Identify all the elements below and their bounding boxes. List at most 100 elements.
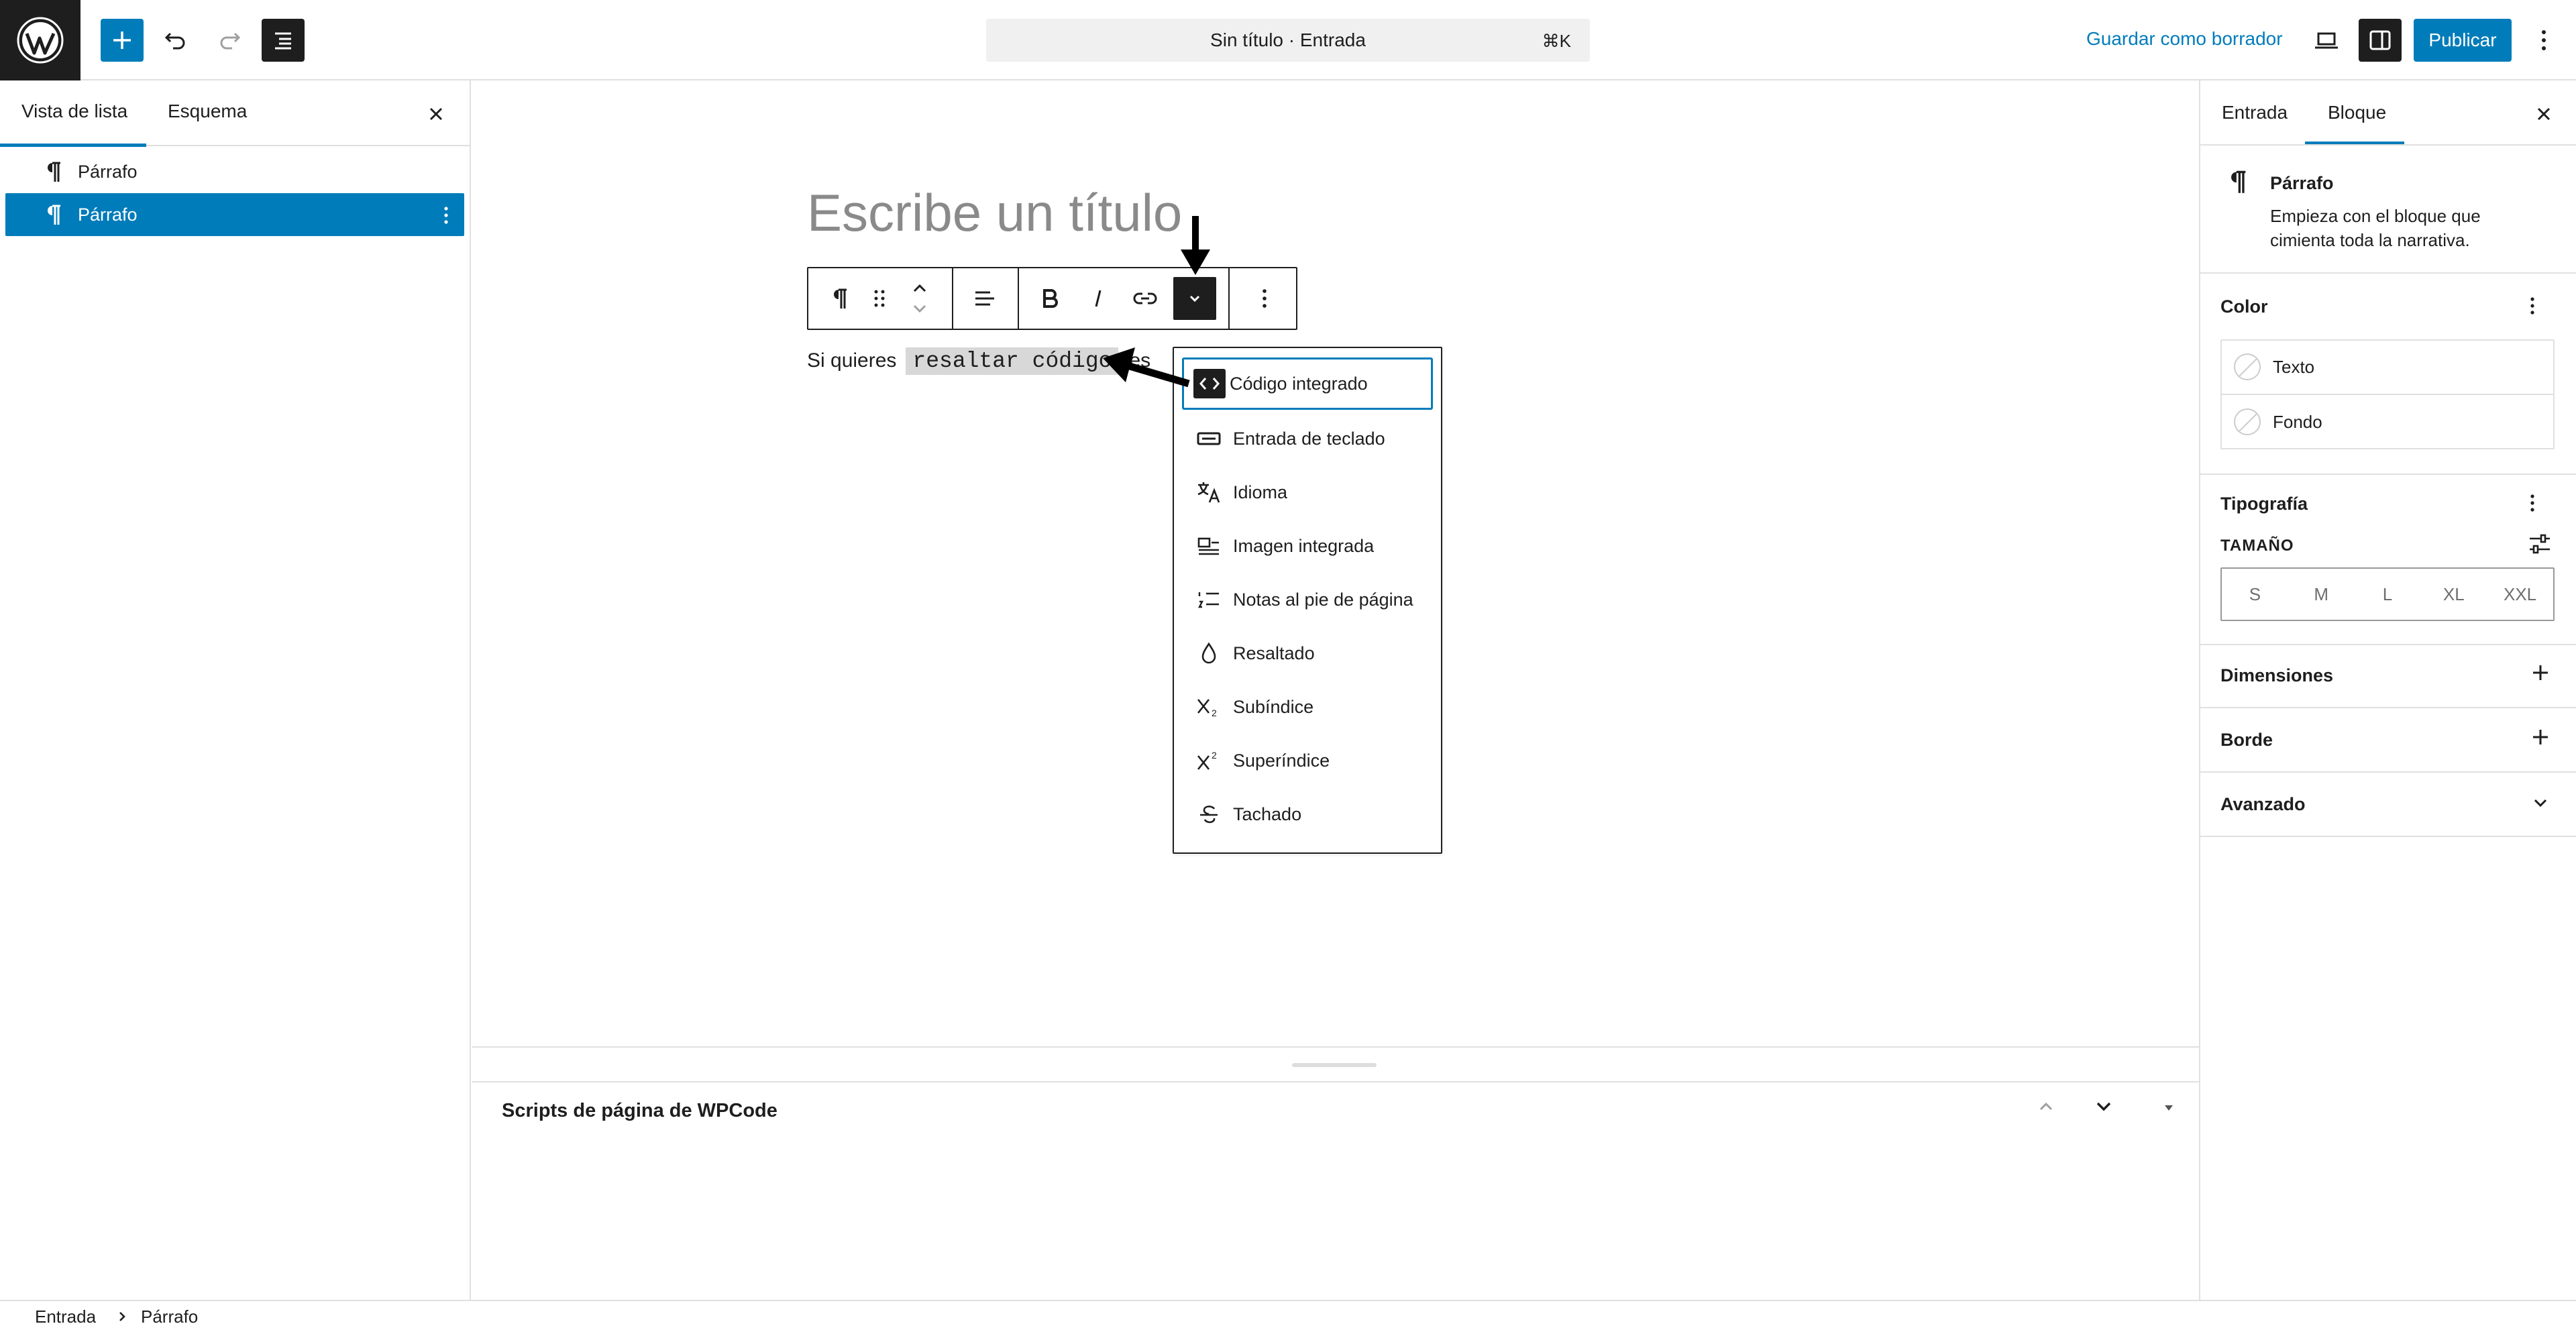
advanced-toggle-button[interactable] <box>2529 791 2552 814</box>
tab-outline[interactable]: Esquema <box>168 101 247 122</box>
active-tab-indicator <box>0 144 146 147</box>
code-icon <box>1193 369 1226 398</box>
block-options-button[interactable] <box>1243 277 1286 320</box>
empty-swatch-icon <box>2234 353 2261 380</box>
menu-item-strikethrough[interactable]: Tachado <box>1182 788 1433 840</box>
border-panel-heading[interactable]: Borde <box>2220 730 2273 751</box>
kebab-menu-icon <box>1263 289 1267 308</box>
chevron-down-icon <box>2534 799 2547 808</box>
size-option-l[interactable]: L <box>2355 584 2421 605</box>
tab-list-view[interactable]: Vista de lista <box>21 101 127 122</box>
divider <box>2222 394 2553 395</box>
size-option-xxl[interactable]: XXL <box>2487 584 2553 605</box>
typography-options-button[interactable] <box>2529 492 2536 514</box>
add-block-button[interactable] <box>101 19 144 62</box>
color-option-label: Fondo <box>2273 411 2322 432</box>
color-background-option[interactable]: Fondo <box>2234 408 2322 435</box>
menu-item-inline-image[interactable]: Imagen integrada <box>1182 520 1433 572</box>
chevron-right-icon <box>119 1312 125 1321</box>
keyboard-icon <box>1194 424 1224 453</box>
close-list-view-button[interactable] <box>423 101 449 127</box>
tab-post[interactable]: Entrada <box>2222 102 2288 123</box>
dimensions-panel-heading[interactable]: Dimensiones <box>2220 665 2333 686</box>
menu-item-label: Imagen integrada <box>1233 535 1375 556</box>
redo-button[interactable] <box>208 19 251 62</box>
tab-block[interactable]: Bloque <box>2328 102 2386 123</box>
list-view-icon <box>275 32 291 50</box>
plus-icon <box>113 32 131 49</box>
preview-button[interactable] <box>2305 19 2348 62</box>
svg-text:2: 2 <box>1212 750 1217 761</box>
menu-item-highlight[interactable]: Resaltado <box>1182 627 1433 679</box>
advanced-panel-heading[interactable]: Avanzado <box>2220 794 2306 815</box>
divider <box>2199 707 2576 708</box>
move-meta-box-down-button[interactable] <box>2090 1093 2117 1120</box>
wordpress-logo-icon[interactable] <box>0 0 80 80</box>
subscript-icon: 2 <box>1194 692 1224 722</box>
list-item-selected[interactable]: Párrafo <box>5 193 464 236</box>
move-up-down-buttons[interactable] <box>898 277 941 320</box>
chevron-down-icon <box>1189 295 1200 302</box>
move-meta-box-up-button[interactable] <box>2033 1093 2059 1120</box>
size-option-m[interactable]: M <box>2288 584 2355 605</box>
menu-item-language[interactable]: Idioma <box>1182 466 1433 518</box>
link-button[interactable] <box>1124 277 1167 320</box>
meta-box-title[interactable]: Scripts de página de WPCode <box>502 1100 777 1122</box>
breadcrumb-item[interactable]: Párrafo <box>141 1307 198 1327</box>
footer-breadcrumb-bar <box>0 1300 2576 1332</box>
italic-icon <box>1095 290 1102 307</box>
save-draft-button[interactable]: Guardar como borrador <box>2086 28 2283 50</box>
highlight-drop-icon <box>1194 639 1224 668</box>
command-palette-bar[interactable]: Sin título · Entrada ⌘K <box>986 19 1590 62</box>
document-overview-button[interactable] <box>262 19 305 62</box>
post-title-input[interactable]: Escribe un título <box>807 182 1182 243</box>
paragraph-icon <box>834 288 847 309</box>
menu-item-label: Resaltado <box>1233 643 1315 663</box>
color-panel-heading: Color <box>2220 296 2268 317</box>
menu-item-superscript[interactable]: 2 Superíndice <box>1182 734 1433 787</box>
block-card-description: Empieza con el bloque que cimienta toda … <box>2270 206 2481 250</box>
menu-item-subscript[interactable]: 2 Subíndice <box>1182 681 1433 733</box>
add-border-button[interactable] <box>2529 726 2552 748</box>
selected-code-text[interactable]: resaltar código <box>906 347 1119 375</box>
close-icon <box>2537 107 2551 121</box>
block-type-button[interactable] <box>818 277 861 320</box>
publish-button[interactable]: Publicar <box>2414 19 2512 62</box>
color-options-button[interactable] <box>2529 295 2536 317</box>
color-option-label: Texto <box>2273 356 2315 377</box>
list-view-sidebar: Vista de lista Esquema <box>0 80 471 1301</box>
settings-sidebar-button[interactable] <box>2359 19 2402 62</box>
size-option-s[interactable]: S <box>2222 584 2288 605</box>
toggle-meta-box-button[interactable] <box>2159 1100 2179 1116</box>
list-item[interactable]: Párrafo <box>5 150 464 193</box>
paragraph-block[interactable]: Si quieres resaltar código es <box>807 347 1150 375</box>
inline-image-icon <box>1194 531 1224 561</box>
menu-item-inline-code[interactable]: Código integrado <box>1182 357 1433 410</box>
more-formatting-dropdown-button[interactable] <box>1173 277 1216 320</box>
caret-down-icon <box>2165 1105 2173 1111</box>
breadcrumb-item[interactable]: Entrada <box>35 1307 96 1327</box>
redo-icon <box>220 32 241 50</box>
menu-item-label: Notas al pie de página <box>1233 589 1413 610</box>
meta-resize-handle[interactable] <box>1292 1063 1377 1067</box>
drag-handle-icon <box>874 290 885 307</box>
laptop-icon <box>2315 32 2338 49</box>
shortcut-hint: ⌘K <box>1542 31 1571 51</box>
align-left-icon <box>975 291 994 306</box>
color-text-option[interactable]: Texto <box>2234 353 2314 380</box>
size-option-xl[interactable]: XL <box>2420 584 2487 605</box>
undo-button[interactable] <box>154 19 197 62</box>
add-dimensions-button[interactable] <box>2529 661 2552 684</box>
list-item-options-button[interactable] <box>443 205 449 225</box>
options-button[interactable] <box>2522 19 2565 62</box>
custom-size-button[interactable] <box>2528 533 2552 555</box>
menu-item-footnotes[interactable]: Notas al pie de página <box>1182 573 1433 626</box>
bold-button[interactable] <box>1028 277 1071 320</box>
close-settings-button[interactable] <box>2530 101 2557 127</box>
drag-handle[interactable] <box>858 277 901 320</box>
font-size-picker: S M L XL XXL <box>2220 567 2555 621</box>
align-button[interactable] <box>963 277 1006 320</box>
italic-button[interactable] <box>1077 277 1120 320</box>
chevron-up-icon <box>2039 1102 2053 1111</box>
menu-item-keyboard-input[interactable]: Entrada de teclado <box>1182 412 1433 465</box>
